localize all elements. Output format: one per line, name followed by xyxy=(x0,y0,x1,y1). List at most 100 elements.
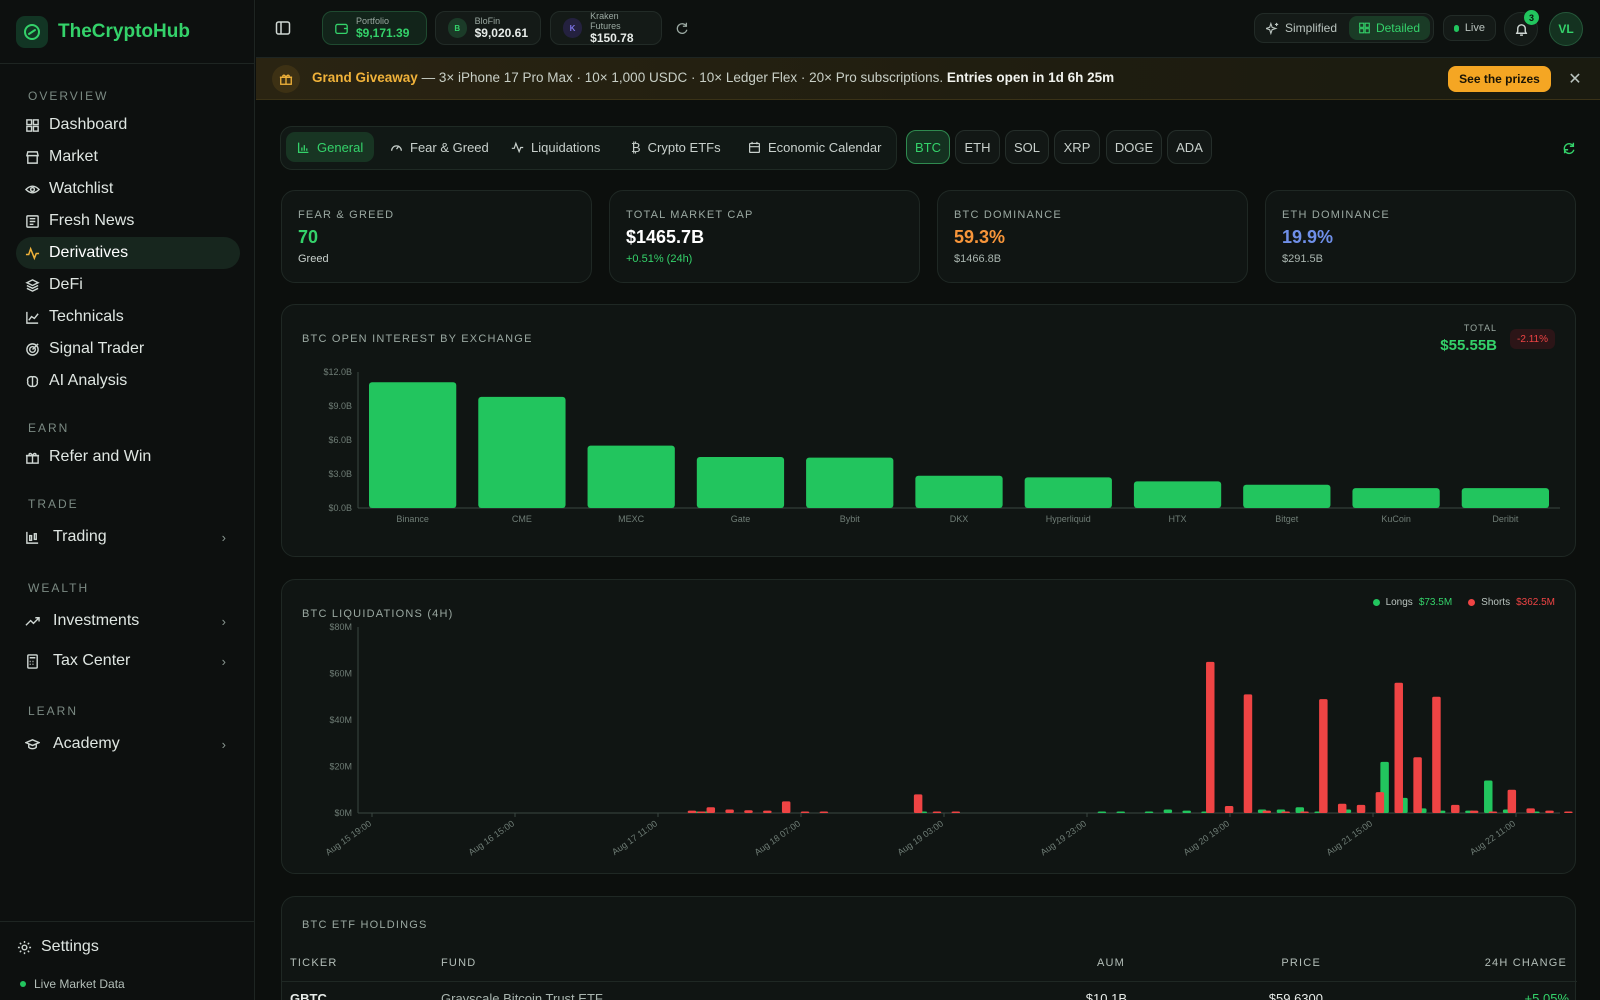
btc-dominance-card: BTC DOMINANCE 59.3% $1466.8B xyxy=(937,190,1248,283)
bar-deribit xyxy=(1461,488,1549,508)
sidebar-item-label: Technicals xyxy=(49,308,124,325)
blofin-pill[interactable]: B BloFin $9,020.61 xyxy=(435,11,541,45)
bar-kucoin xyxy=(1352,488,1440,508)
shorts-bar xyxy=(1469,810,1479,813)
fear-greed-card: FEAR & GREED 70 Greed xyxy=(281,190,592,283)
sidebar-item-academy[interactable]: Academy › xyxy=(16,728,240,760)
asset-eth-button[interactable]: ETH xyxy=(955,130,1000,164)
shorts-bar xyxy=(697,811,706,813)
column-header-aum[interactable]: AUM xyxy=(1097,957,1125,969)
sidebar-item-dashboard[interactable]: Dashboard xyxy=(16,109,240,141)
shorts-bar xyxy=(1300,811,1309,813)
notification-count-badge: 3 xyxy=(1524,10,1539,25)
tab-crypto-etfs[interactable]: ₿ Crypto ETFs xyxy=(620,132,732,162)
section-trade-label: TRADE xyxy=(28,497,79,511)
shorts-bar xyxy=(763,810,772,813)
shorts-bar xyxy=(1507,789,1517,813)
logo[interactable]: TheCryptoHub xyxy=(16,16,190,48)
y-tick-label: $40M xyxy=(329,715,352,725)
etf-holdings-title: BTC ETF HOLDINGS xyxy=(302,919,428,931)
x-tick-label: Aug 20 19:00 xyxy=(1182,818,1232,857)
tab-liquidations[interactable]: Liquidations xyxy=(500,132,611,162)
sidebar-toggle-button[interactable] xyxy=(272,17,294,39)
sidebar-item-fresh-news[interactable]: Fresh News xyxy=(16,205,240,237)
sidebar-item-refer-and-win[interactable]: Refer and Win xyxy=(16,441,240,473)
longs-bar xyxy=(1144,811,1154,813)
stat-label: TOTAL MARKET CAP xyxy=(626,209,754,221)
longs-bar xyxy=(1182,810,1191,813)
view-detailed-button[interactable]: Detailed xyxy=(1349,16,1430,40)
refresh-balances-button[interactable] xyxy=(672,18,692,38)
shorts-bar xyxy=(951,811,961,813)
shorts-bar xyxy=(706,807,716,813)
refresh-data-button[interactable] xyxy=(1560,139,1578,157)
portfolio-pill[interactable]: Portfolio $9,171.39 xyxy=(322,11,427,45)
settings-button[interactable]: Settings xyxy=(8,931,232,963)
shorts-bar xyxy=(1564,811,1573,813)
stat-sub: +0.51% (24h) xyxy=(626,253,693,265)
asset-sol-button[interactable]: SOL xyxy=(1005,130,1049,164)
view-simplified-button[interactable]: Simplified xyxy=(1260,16,1343,40)
column-header-ticker[interactable]: TICKER xyxy=(290,957,338,969)
column-header-fund[interactable]: FUND xyxy=(441,957,476,969)
see-prizes-button[interactable]: See the prizes xyxy=(1448,66,1551,92)
asset-btc-button[interactable]: BTC xyxy=(906,130,950,164)
kraken-futures-pill[interactable]: K Kraken Futures $150.78 xyxy=(550,11,662,45)
shorts-bar xyxy=(1413,757,1422,813)
stat-label: FEAR & GREED xyxy=(298,209,395,221)
asset-doge-button[interactable]: DOGE xyxy=(1106,130,1162,164)
gift-icon xyxy=(272,65,300,93)
sidebar-item-watchlist[interactable]: Watchlist xyxy=(16,173,240,205)
chevron-right-icon: › xyxy=(221,736,226,752)
tab-general[interactable]: General xyxy=(286,132,375,162)
sidebar-divider xyxy=(0,921,255,922)
shorts-bar xyxy=(1488,811,1498,813)
sidebar-item-label: Watchlist xyxy=(49,180,114,197)
close-banner-button[interactable]: ✕ xyxy=(1564,68,1586,90)
tab-fear-greed[interactable]: Fear & Greed xyxy=(379,132,500,162)
column-header-price[interactable]: PRICE xyxy=(1281,957,1321,969)
shorts-bar xyxy=(1375,792,1385,813)
live-dot-icon xyxy=(20,981,26,987)
stat-label: BTC DOMINANCE xyxy=(954,209,1062,221)
etf-fund: Grayscale Bitcoin Trust ETF xyxy=(441,991,603,1000)
refresh-icon xyxy=(676,22,688,34)
sidebar-item-market[interactable]: Market xyxy=(16,141,240,173)
sidebar-item-ai-analysis[interactable]: AI Analysis xyxy=(16,365,240,397)
table-row[interactable]: GBTC Grayscale Bitcoin Trust ETF $10.1B … xyxy=(282,991,1577,1000)
bar-bitget xyxy=(1243,484,1331,508)
y-tick-label: $0.0B xyxy=(328,503,352,513)
tab-economic-calendar[interactable]: Economic Calendar xyxy=(737,132,892,162)
shorts-bar xyxy=(1337,803,1347,813)
y-tick-label: $12.0B xyxy=(323,367,352,377)
bar-chart-icon xyxy=(297,142,309,153)
asset-ada-button[interactable]: ADA xyxy=(1167,130,1212,164)
sidebar-item-defi[interactable]: DeFi xyxy=(16,269,240,301)
view-simplified-label: Simplified xyxy=(1285,21,1338,35)
longs-bar xyxy=(1116,811,1125,813)
sidebar-item-label: Derivatives xyxy=(49,244,129,261)
kraken-value: $150.78 xyxy=(590,31,634,45)
bar-dkx xyxy=(915,475,1003,508)
x-tick-label: HTX xyxy=(1169,514,1187,524)
calendar-icon xyxy=(749,141,760,153)
sidebar-item-tax-center[interactable]: Tax Center › xyxy=(16,645,240,677)
user-avatar[interactable]: VL xyxy=(1549,12,1583,46)
x-tick-label: Aug 18 07:00 xyxy=(753,818,803,857)
shorts-bar xyxy=(1281,811,1290,813)
sidebar-item-derivatives[interactable]: Derivatives xyxy=(16,237,240,269)
etf-price: $59.6300 xyxy=(1268,991,1323,1000)
portfolio-value: $9,171.39 xyxy=(356,26,410,40)
wallet-icon xyxy=(335,23,348,34)
column-header-24h-change[interactable]: 24H CHANGE xyxy=(1485,957,1567,969)
shorts-bar xyxy=(1432,696,1441,813)
stat-label: ETH DOMINANCE xyxy=(1282,209,1390,221)
sidebar-item-signal-trader[interactable]: Signal Trader xyxy=(16,333,240,365)
kraken-badge: K xyxy=(563,18,583,38)
sidebar-item-investments[interactable]: Investments › xyxy=(16,605,240,637)
blofin-badge: B xyxy=(448,18,467,38)
sidebar-item-technicals[interactable]: Technicals xyxy=(16,301,240,333)
asset-xrp-button[interactable]: XRP xyxy=(1054,130,1100,164)
sidebar-item-trading[interactable]: Trading › xyxy=(16,521,240,553)
blofin-label: BloFin xyxy=(474,16,501,26)
